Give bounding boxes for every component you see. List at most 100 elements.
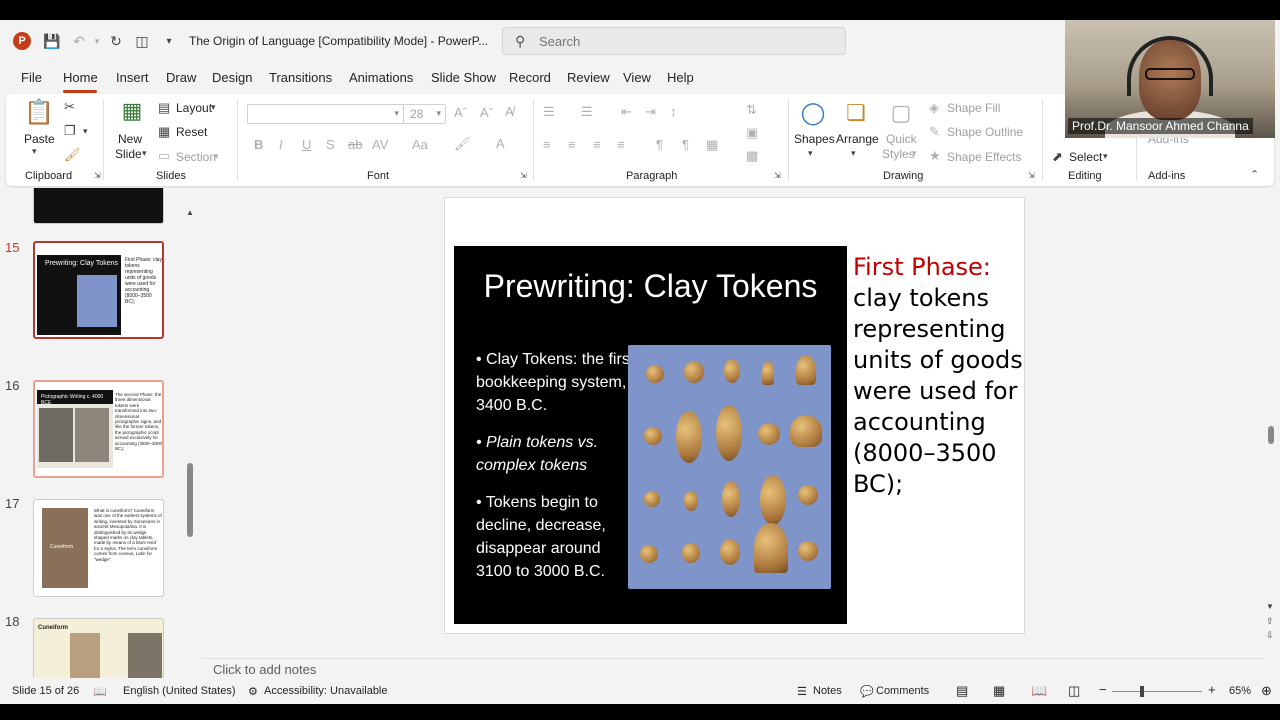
next-slide-icon[interactable]: ⇩ xyxy=(1266,630,1274,641)
line-spacing-icon[interactable]: ↕ xyxy=(670,104,677,119)
justify-icon[interactable]: ≡ xyxy=(617,137,625,152)
arrange-dropdown-icon[interactable]: ▾ xyxy=(851,148,856,159)
select-dropdown-icon[interactable]: ▾ xyxy=(1103,151,1108,162)
tab-insert[interactable]: Insert xyxy=(116,70,149,85)
increase-font-icon[interactable]: Aˆ xyxy=(454,105,467,120)
save-icon[interactable]: 💾 xyxy=(43,32,61,50)
section-icon[interactable]: ▭ xyxy=(158,148,170,164)
comments-button[interactable]: Comments xyxy=(876,685,929,697)
redo-icon[interactable]: ↻ xyxy=(107,32,125,50)
format-painter-icon[interactable]: 🖌 xyxy=(64,147,81,163)
tab-home[interactable]: Home xyxy=(63,70,98,85)
numbering-icon[interactable]: ☰ xyxy=(581,104,593,120)
normal-view-icon[interactable]: ▤ xyxy=(956,683,968,699)
zoom-in-icon[interactable]: + xyxy=(1208,682,1216,697)
fit-to-window-icon[interactable]: ⊕ xyxy=(1261,683,1272,699)
copy-icon[interactable]: ❐ xyxy=(64,123,76,139)
zoom-slider-thumb[interactable] xyxy=(1140,686,1144,697)
search-box[interactable]: ⚲ xyxy=(502,27,846,55)
columns-icon[interactable]: ▦ xyxy=(706,137,718,153)
italic-icon[interactable]: I xyxy=(279,137,283,152)
clipboard-launcher-icon[interactable]: ⇲ xyxy=(94,171,101,180)
editor-scrollbar[interactable]: ▼ ⇧ ⇩ xyxy=(1264,188,1280,660)
current-slide[interactable]: Prewriting: Clay Tokens • Clay Tokens: t… xyxy=(444,197,1025,634)
slide-thumbnail[interactable]: Cuneiform What is cuneiform? Cuneiform w… xyxy=(33,499,164,597)
language-indicator[interactable]: English (United States) xyxy=(123,685,236,697)
layout-button[interactable]: Layout xyxy=(176,101,212,115)
tab-design[interactable]: Design xyxy=(212,70,252,85)
copy-dropdown-icon[interactable]: ▾ xyxy=(83,126,88,137)
quick-styles-icon[interactable]: ▢ xyxy=(887,100,915,128)
shape-effects-button[interactable]: Shape Effects xyxy=(947,150,1022,164)
reading-view-icon[interactable]: 📖 xyxy=(1031,683,1047,699)
quick-styles-dropdown-icon[interactable]: ▾ xyxy=(912,148,917,159)
bullets-icon[interactable]: ☰ xyxy=(543,104,555,120)
scrollbar-thumb[interactable] xyxy=(187,463,193,537)
tab-help[interactable]: Help xyxy=(667,70,694,85)
select-cursor-icon[interactable]: ⬈ xyxy=(1052,149,1063,165)
cut-icon[interactable]: ✂ xyxy=(64,99,75,115)
notes-placeholder[interactable]: Click to add notes xyxy=(213,662,316,677)
convert-smartart-icon[interactable]: ▩ xyxy=(746,148,758,164)
reset-button[interactable]: Reset xyxy=(176,125,207,139)
section-button[interactable]: Section xyxy=(176,150,216,164)
scroll-up-icon[interactable]: ▲ xyxy=(186,208,194,217)
align-right-icon[interactable]: ≡ xyxy=(593,137,601,152)
tab-file[interactable]: File xyxy=(21,70,42,85)
accessibility-status[interactable]: Accessibility: Unavailable xyxy=(264,685,388,697)
section-dropdown-icon[interactable]: ▾ xyxy=(214,151,219,162)
arrange-icon[interactable]: ❏ xyxy=(842,100,870,128)
clear-formatting-icon[interactable]: A̸ xyxy=(505,104,514,119)
shape-outline-icon[interactable]: ✎ xyxy=(929,124,940,140)
tab-review[interactable]: Review xyxy=(567,70,610,85)
rtl-icon[interactable]: ¶ xyxy=(682,137,689,152)
tab-slide-show[interactable]: Slide Show xyxy=(431,70,496,85)
increase-indent-icon[interactable]: ⇥ xyxy=(645,104,656,120)
bold-icon[interactable]: B xyxy=(254,137,263,152)
select-button[interactable]: Select xyxy=(1069,150,1102,164)
font-color-icon[interactable]: A xyxy=(496,136,505,151)
slide-sorter-icon[interactable]: ▦ xyxy=(993,683,1005,699)
scroll-down-icon[interactable]: ▼ xyxy=(1266,602,1274,611)
shapes-icon[interactable]: ◯ xyxy=(799,100,827,128)
tab-record[interactable]: Record xyxy=(509,70,551,85)
decrease-font-icon[interactable]: Aˇ xyxy=(480,105,493,120)
text-direction-icon[interactable]: ⇅ xyxy=(746,102,757,118)
zoom-slider[interactable] xyxy=(1112,691,1202,692)
arrange-button[interactable]: Arrange xyxy=(836,132,879,146)
font-name-combo[interactable]: ▾ xyxy=(247,104,404,124)
thumbnail-scrollbar[interactable]: ▲ ▼ xyxy=(186,188,194,678)
new-slide-dropdown-icon[interactable]: ▾ xyxy=(142,148,147,159)
new-slide-label[interactable]: Slide xyxy=(115,147,142,161)
quick-styles-label[interactable]: Styles xyxy=(882,147,915,161)
shape-fill-button[interactable]: Shape Fill xyxy=(947,101,1000,115)
paste-dropdown-icon[interactable]: ▾ xyxy=(32,146,37,157)
slide-thumbnail[interactable]: Cuneiform xyxy=(33,618,164,678)
notes-pane[interactable]: Click to add notes xyxy=(202,658,1264,678)
shape-effects-icon[interactable]: ★ xyxy=(929,148,941,164)
shape-outline-button[interactable]: Shape Outline xyxy=(947,125,1023,139)
decrease-indent-icon[interactable]: ⇤ xyxy=(621,104,632,120)
editor-scrollbar-thumb[interactable] xyxy=(1268,426,1274,444)
paragraph-launcher-icon[interactable]: ⇲ xyxy=(774,171,781,180)
tab-transitions[interactable]: Transitions xyxy=(269,70,332,85)
new-slide-icon[interactable]: ▦ xyxy=(118,98,146,126)
new-slide-button[interactable]: New xyxy=(118,132,142,146)
drawing-launcher-icon[interactable]: ⇲ xyxy=(1028,171,1035,180)
slide-thumbnail-selected[interactable]: Prewriting: Clay Tokens First Phase: cla… xyxy=(33,241,164,339)
slide-show-icon[interactable]: ◫ xyxy=(1068,683,1080,699)
tab-view[interactable]: View xyxy=(623,70,651,85)
character-spacing-icon[interactable]: AV xyxy=(372,137,388,152)
align-center-icon[interactable]: ≡ xyxy=(568,137,576,152)
change-case-icon[interactable]: Aa xyxy=(412,137,428,152)
undo-dropdown-icon[interactable]: ▾ xyxy=(88,32,106,50)
comments-icon[interactable]: 💬 xyxy=(860,685,874,698)
previous-slide-icon[interactable]: ⇧ xyxy=(1266,616,1274,627)
collapse-ribbon-icon[interactable]: ⌃ xyxy=(1250,168,1259,181)
paste-button[interactable]: Paste xyxy=(24,132,55,146)
paste-icon[interactable]: 📋 xyxy=(24,98,54,128)
highlight-icon[interactable]: 🖌 xyxy=(454,136,471,152)
font-size-combo[interactable]: 28 ▾ xyxy=(403,104,446,124)
undo-icon[interactable]: ↶ xyxy=(70,32,88,50)
present-icon[interactable]: ◫ xyxy=(133,32,151,50)
